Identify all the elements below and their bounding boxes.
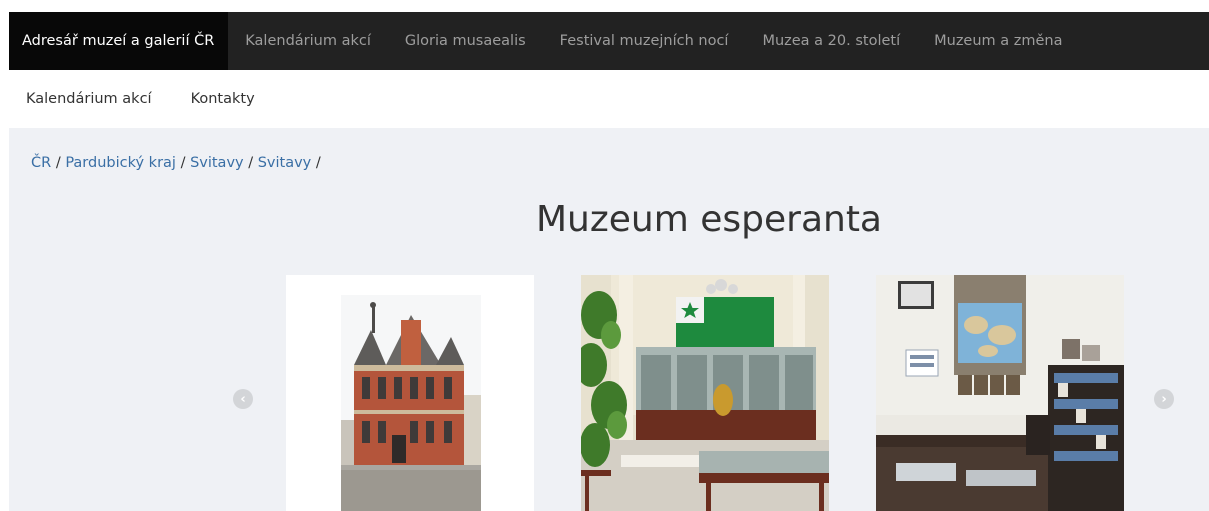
main-content: ČR / Pardubický kraj / Svitavy / Svitavy… [9,128,1209,511]
topnav-item-festival[interactable]: Festival muzejních nocí [543,12,746,70]
breadcrumb-link-district[interactable]: Svitavy [190,155,244,171]
museum-building-photo [286,275,534,511]
topnav-item-muzeum-a-zmena[interactable]: Muzeum a změna [917,12,1079,70]
breadcrumb-link-town[interactable]: Svitavy [258,155,312,171]
subnav-item-kontakty[interactable]: Kontakty [174,91,272,107]
topnav-item-adresar[interactable]: Adresář muzeí a galerií ČR [9,12,229,70]
page-title: Muzeum esperanta [535,199,882,240]
secondary-navigation-bar: Kalendárium akcí Kontakty [9,70,1209,128]
library-room-photo [876,275,1124,511]
breadcrumb-separator: / [315,155,321,171]
topnav-item-kalendarium[interactable]: Kalendárium akcí [228,12,388,70]
exhibition-hall-photo [581,275,829,511]
breadcrumb-link-region[interactable]: Pardubický kraj [65,155,176,171]
breadcrumb-link-cr[interactable]: ČR [31,155,51,171]
topnav-item-muzea-20-stoleti[interactable]: Muzea a 20. století [745,12,917,70]
subnav-item-kalendarium[interactable]: Kalendárium akcí [9,91,174,107]
topnav-item-gloria-musaealis[interactable]: Gloria musaealis [388,12,543,70]
breadcrumb: ČR / Pardubický kraj / Svitavy / Svitavy… [31,155,321,171]
chevron-right-icon[interactable]: › [1154,389,1174,409]
carousel-slide-exhibition-photo[interactable] [581,275,829,511]
breadcrumb-separator: / [248,155,258,171]
page: Adresář muzeí a galerií ČR Kalendárium a… [0,0,1209,511]
carousel-slide-library-photo[interactable] [876,275,1124,511]
top-navigation-bar: Adresář muzeí a galerií ČR Kalendárium a… [9,12,1209,70]
breadcrumb-separator: / [180,155,191,171]
carousel-slide-building-photo[interactable] [286,275,534,511]
breadcrumb-separator: / [55,155,66,171]
chevron-left-icon[interactable]: ‹ [233,389,253,409]
